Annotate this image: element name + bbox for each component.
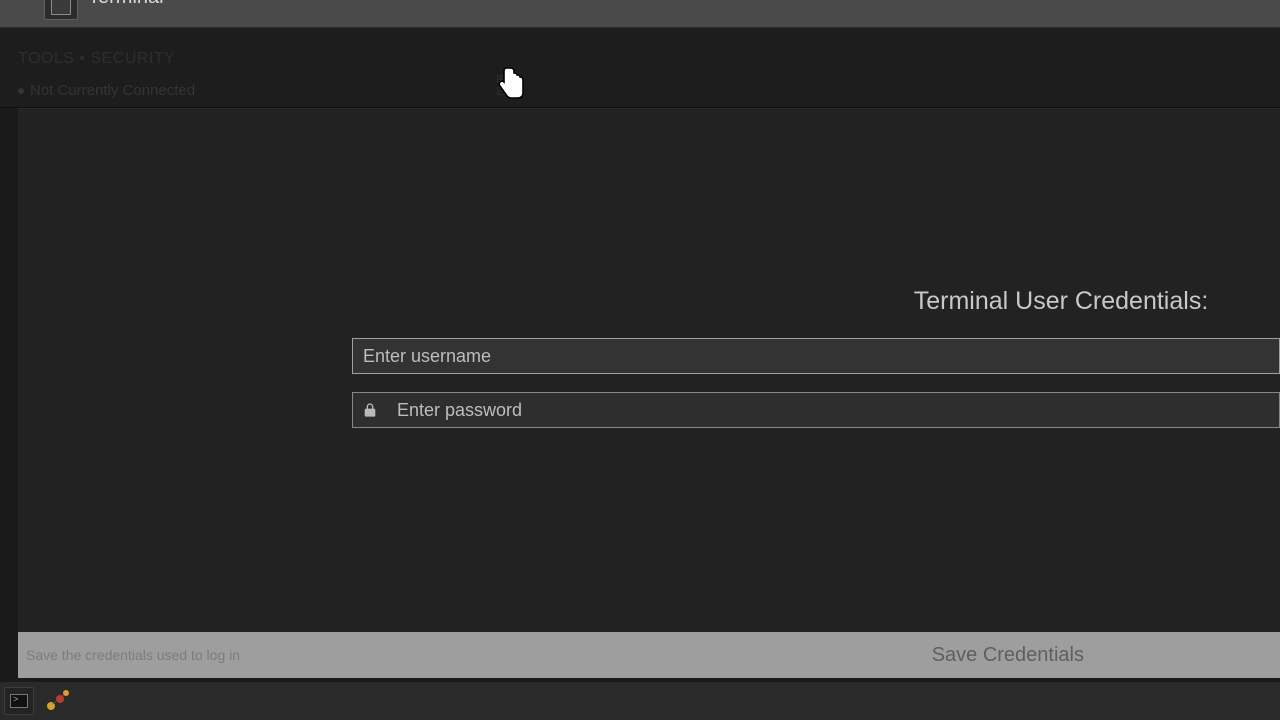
terminal-icon: [51, 0, 71, 15]
tray-app-icon[interactable]: [44, 688, 72, 712]
taskbar-terminal-button[interactable]: [4, 687, 34, 715]
lock-icon: [353, 401, 387, 419]
password-input[interactable]: [387, 400, 1279, 421]
content-area: Terminal User Credentials:: [18, 108, 1280, 632]
credential-form: Terminal User Credentials:: [352, 287, 1280, 446]
header-bar: TOOLS • SECURITY Not Currently Connected…: [0, 28, 1280, 108]
header-faint-icon: ⊞⊟: [496, 73, 506, 97]
username-field-wrapper[interactable]: [352, 338, 1280, 374]
terminal-window-icon: [44, 0, 78, 20]
save-credentials-bar[interactable]: Save the credentials used to log in Save…: [18, 632, 1280, 678]
section-label: TOOLS • SECURITY: [18, 50, 175, 68]
status-text: Not Currently Connected: [30, 82, 195, 99]
save-hint-text: Save the credentials used to log in: [26, 647, 240, 663]
status-dot-icon: [18, 88, 24, 94]
save-credentials-button[interactable]: Save Credentials: [932, 644, 1084, 667]
connection-status: Not Currently Connected: [18, 82, 195, 99]
credentials-heading: Terminal User Credentials:: [352, 287, 1280, 316]
window-titlebar: Terminal: [0, 0, 1280, 28]
window-title: Terminal: [88, 0, 164, 2]
taskbar: [0, 682, 1280, 720]
username-input[interactable]: [353, 346, 1279, 367]
terminal-icon: [10, 694, 28, 708]
password-field-wrapper[interactable]: [352, 392, 1280, 428]
